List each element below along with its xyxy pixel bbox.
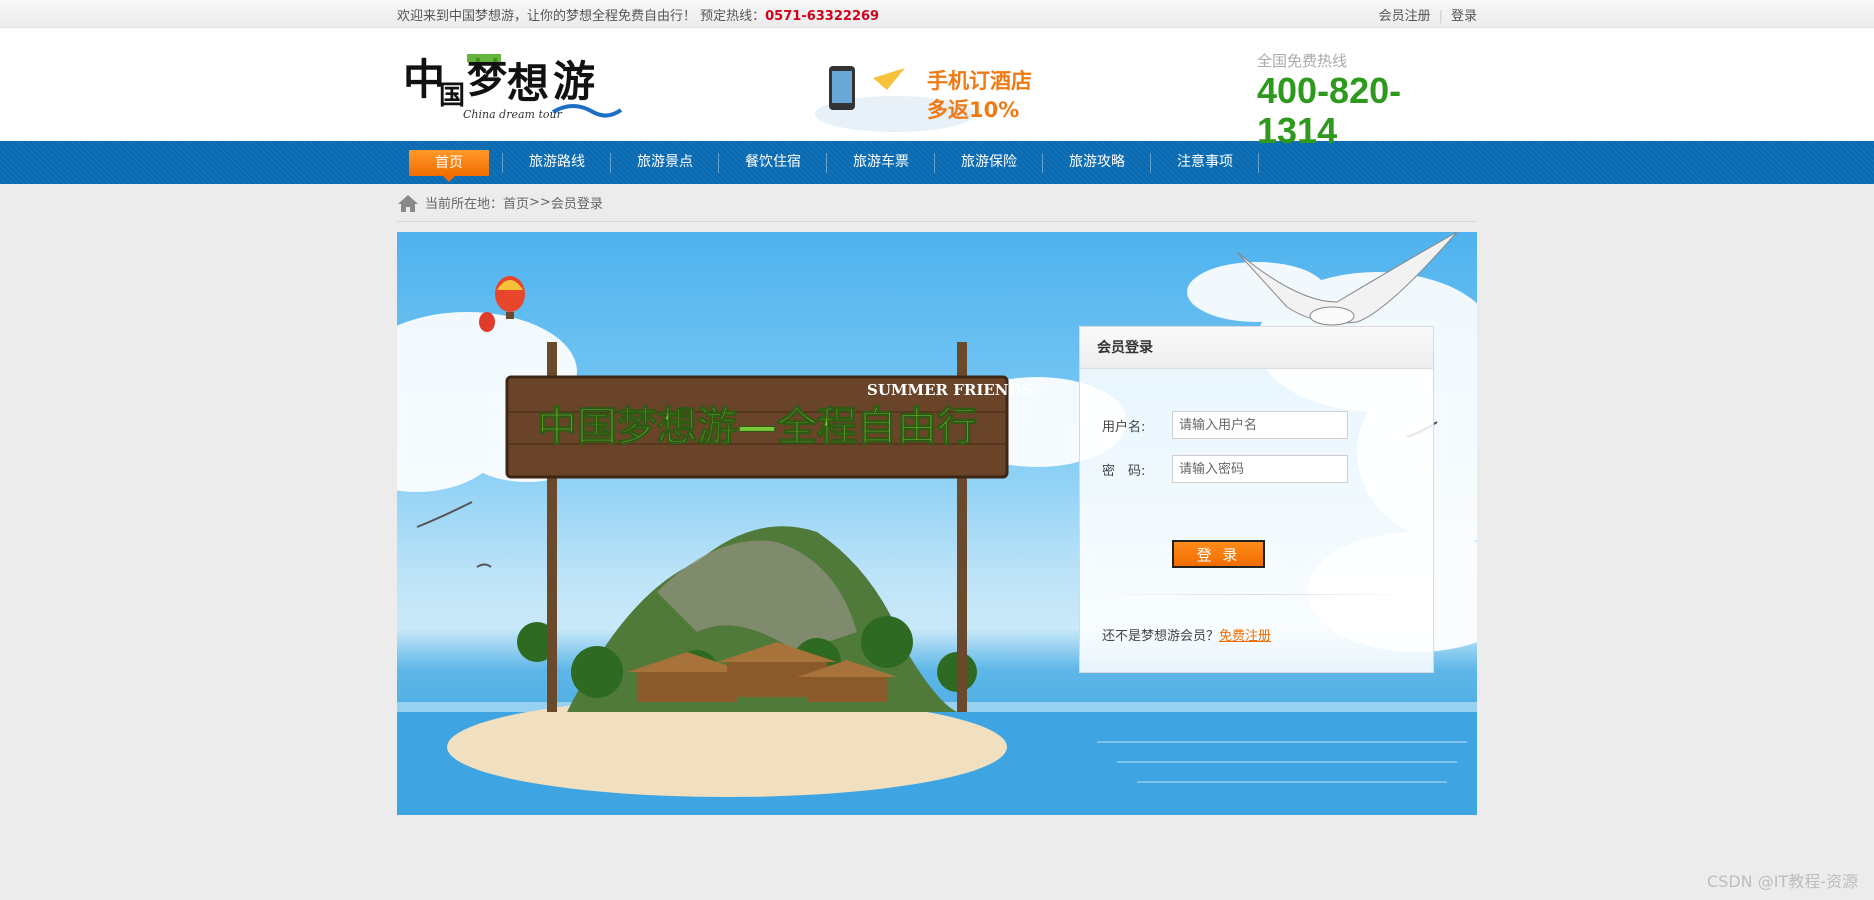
breadcrumb-sep: >>	[529, 195, 551, 210]
login-button[interactable]: 登 录	[1172, 540, 1265, 568]
password-label: 密 码:	[1102, 463, 1146, 479]
svg-text:梦: 梦	[467, 55, 507, 102]
breadcrumb-prefix: 当前所在地：	[425, 197, 504, 212]
link-divider: |	[1438, 8, 1443, 24]
account-links: 会员注册 | 登录	[1379, 5, 1477, 24]
free-register-link[interactable]: 免费注册	[1219, 629, 1271, 644]
svg-text:游: 游	[553, 57, 595, 106]
svg-text:想: 想	[507, 59, 549, 108]
register-link[interactable]: 会员注册	[1379, 9, 1431, 24]
password-input[interactable]	[1172, 455, 1348, 483]
hotline-label: 全国免费热线	[1257, 52, 1348, 70]
divider	[1102, 594, 1411, 595]
breadcrumb-current: 会员登录	[550, 197, 603, 212]
login-link[interactable]: 登录	[1451, 9, 1477, 24]
site-header: 中 国 梦 想 游 China dream tour 手机订酒店 多返10% 全…	[0, 28, 1874, 151]
top-bar: 欢迎来到中国梦想游，让你的梦想全程免费自由行！ 预定热线：0571-633222…	[0, 0, 1874, 28]
nav-label: 首页	[409, 150, 489, 182]
register-prompt: 还不是梦想游会员？免费注册	[1102, 625, 1271, 644]
username-input[interactable]	[1172, 411, 1348, 439]
nav-item-routes[interactable]: 旅游路线	[503, 141, 611, 184]
hotline-number: 400-820-1314	[1257, 70, 1402, 151]
welcome-message: 欢迎来到中国梦想游，让你的梦想全程免费自由行！ 预定热线：	[397, 8, 766, 24]
svg-text:手机订酒店: 手机订酒店	[927, 69, 1032, 93]
nav-item-notices[interactable]: 注意事项	[1151, 141, 1259, 184]
breadcrumb-home[interactable]: 首页	[503, 193, 529, 212]
free-hotline: 全国免费热线 400-820-1314	[1257, 50, 1477, 151]
sign-title: 中国梦想游—全程自由行	[537, 404, 977, 450]
svg-text:多返10%: 多返10%	[927, 98, 1019, 122]
username-row: 用户名:	[1102, 411, 1348, 439]
svg-text:China dream tour: China dream tour	[463, 108, 563, 121]
username-label: 用户名:	[1102, 419, 1146, 435]
nav-item-guides[interactable]: 旅游攻略	[1043, 141, 1151, 184]
nav-item-insurance[interactable]: 旅游保险	[935, 141, 1043, 184]
welcome-text: 欢迎来到中国梦想游，让你的梦想全程免费自由行！ 预定热线：0571-633222…	[397, 5, 879, 24]
nav-item-dining-lodging[interactable]: 餐饮住宿	[719, 141, 827, 184]
breadcrumb: 当前所在地： 首页 >> 会员登录	[397, 184, 1477, 222]
login-panel: 会员登录 用户名: 密 码: 登 录 还不是梦想游会员？免费注册	[1079, 326, 1434, 673]
not-member-text: 还不是梦想游会员？	[1102, 629, 1220, 644]
site-logo[interactable]: 中 国 梦 想 游 China dream tour	[403, 48, 623, 123]
nav-item-home[interactable]: 首页	[409, 141, 503, 184]
home-icon	[398, 194, 418, 212]
mobile-hotel-promo[interactable]: 手机订酒店 多返10%	[815, 56, 1045, 138]
svg-text:国: 国	[439, 81, 465, 111]
nav-item-attractions[interactable]: 旅游景点	[611, 141, 719, 184]
main-nav: 首页 旅游路线 旅游景点 餐饮住宿 旅游车票 旅游保险 旅游攻略 注意事项	[0, 141, 1874, 184]
nav-item-tickets[interactable]: 旅游车票	[827, 141, 935, 184]
login-title: 会员登录	[1080, 327, 1433, 369]
password-row: 密 码:	[1102, 455, 1348, 483]
sign-subtitle: SUMMER FRIENDS	[867, 381, 1032, 399]
booking-hotline: 0571-63322269	[765, 8, 880, 24]
hero-banner: SUMMER FRIENDS 中国梦想游—全程自由行 会员登录 用户名: 密 码…	[397, 232, 1477, 815]
watermark: CSDN @IT教程-资源	[1707, 872, 1858, 891]
